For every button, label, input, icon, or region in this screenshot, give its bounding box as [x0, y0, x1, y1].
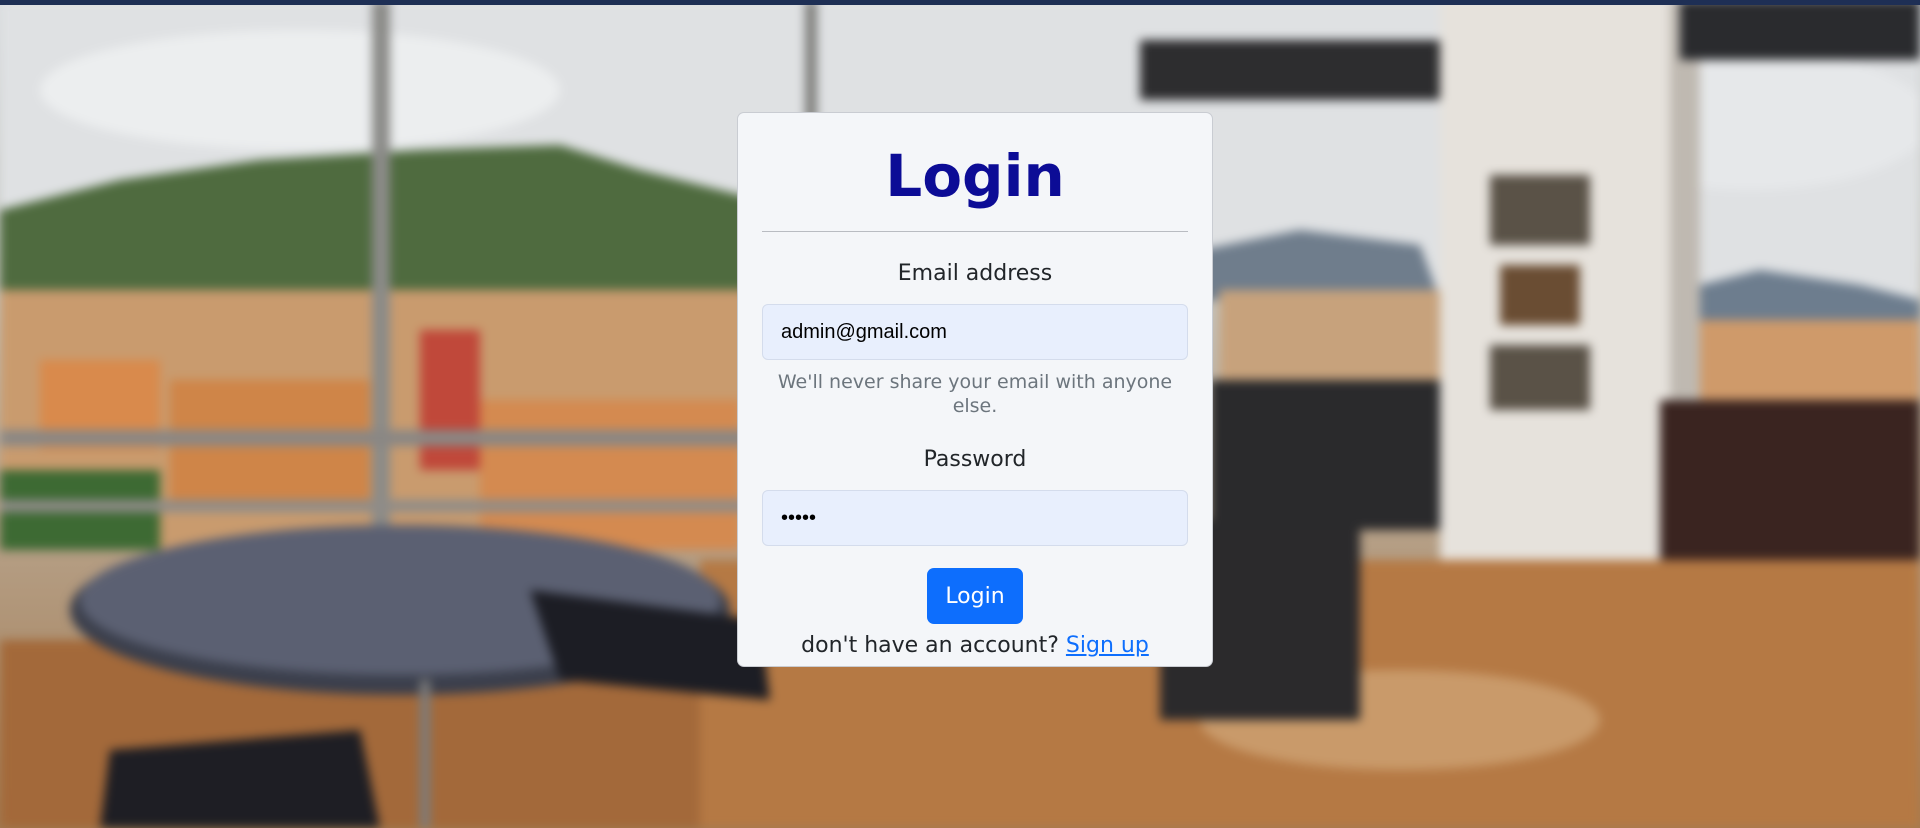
email-label: Email address: [897, 261, 1053, 286]
title-divider: [762, 231, 1188, 232]
top-accent-bar: [0, 0, 1920, 5]
password-field[interactable]: [762, 490, 1188, 546]
signup-prompt-text: don't have an account?: [801, 633, 1059, 658]
signup-prompt: don't have an account? Sign up: [762, 630, 1188, 662]
email-help-text: We'll never share your email with anyone…: [777, 371, 1173, 417]
login-button[interactable]: Login: [927, 568, 1023, 624]
page-title: Login: [885, 142, 1065, 210]
signup-link[interactable]: Sign up: [1066, 633, 1149, 658]
submit-row: Login: [762, 568, 1188, 624]
password-label: Password: [923, 447, 1027, 472]
email-field[interactable]: [762, 304, 1188, 360]
login-card: Login Email address We'll never share yo…: [737, 112, 1213, 667]
